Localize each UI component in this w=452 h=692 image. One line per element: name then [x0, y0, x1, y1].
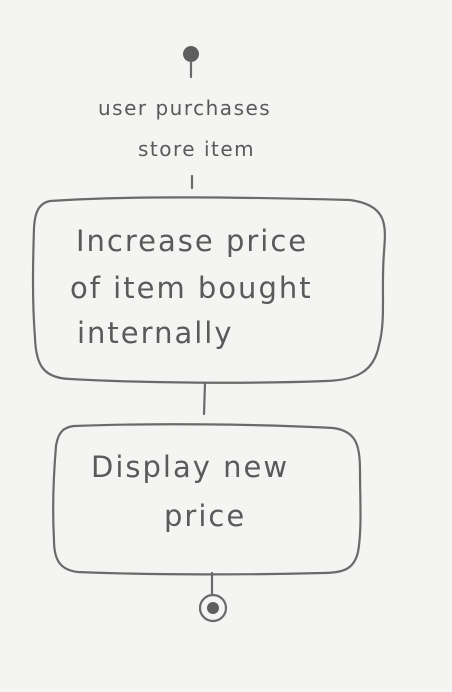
action-1-line-1: Increase price: [76, 224, 308, 258]
trigger-label-line-1: user purchases: [98, 96, 271, 120]
trigger-label-line-2: store item: [138, 137, 255, 161]
end-node-inner-icon: [207, 602, 219, 614]
action-1-line-3: internally: [77, 316, 234, 350]
start-node-icon: [183, 46, 199, 62]
activity-diagram: user purchases store item Increase price…: [0, 0, 452, 692]
action-2-line-1: Display new: [91, 450, 289, 484]
action-connector: [202, 381, 207, 416]
action-1-line-2: of item bought: [70, 271, 313, 305]
action-2-line-2: price: [164, 499, 246, 533]
